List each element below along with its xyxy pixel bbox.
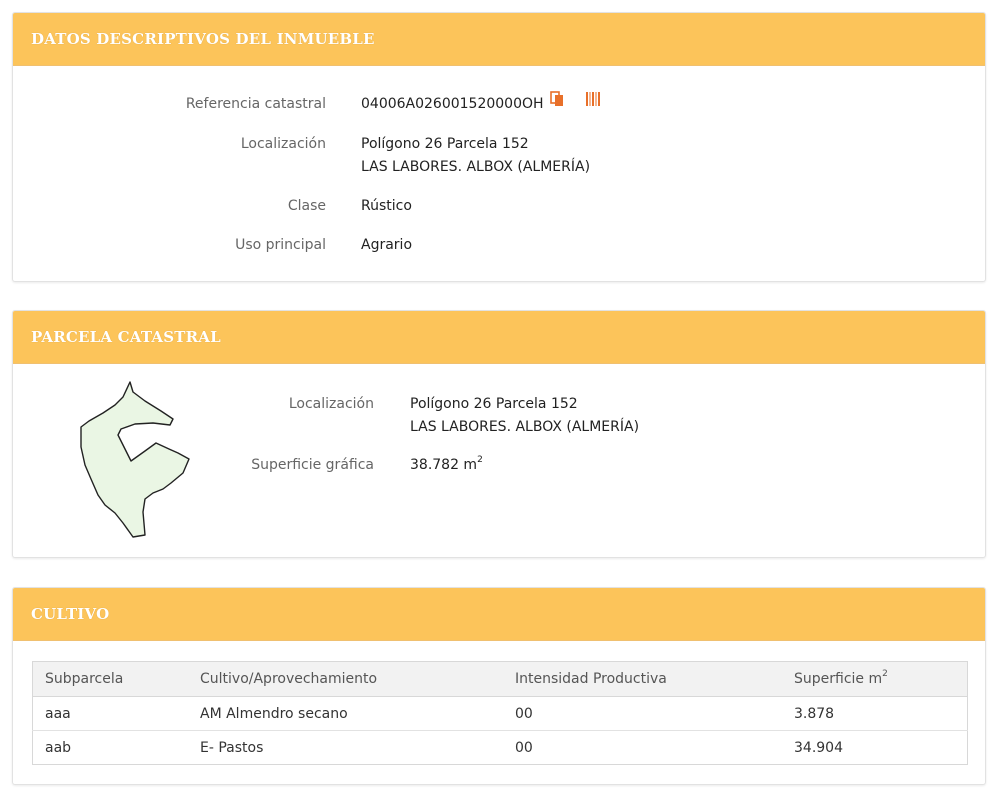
cultivo-table: Subparcela Cultivo/Aprovechamiento Inten…	[32, 661, 968, 765]
parcel-shape[interactable]	[73, 377, 203, 547]
superficie-value: 38.782 m	[410, 457, 478, 473]
superficie-exp: 2	[477, 455, 483, 466]
superficie-value-row: 38.782 m2	[410, 454, 483, 476]
col-superficie-exp: 2	[882, 669, 888, 680]
parcela-loc-line2: LAS LABORES. ALBOX (ALMERÍA)	[410, 419, 640, 435]
ref-value[interactable]: 04006A026001520000OH	[361, 96, 544, 112]
superficie-label: Superficie gráfica	[251, 457, 374, 473]
copy-icon[interactable]	[550, 91, 564, 114]
col-intensidad: Intensidad Productiva	[503, 661, 782, 697]
cell-superficie: 3.878	[782, 696, 968, 731]
cell-subparcela: aab	[45, 739, 72, 756]
table-header-row: Subparcela Cultivo/Aprovechamiento Inten…	[32, 661, 968, 697]
cell-cultivo: AM Almendro secano	[188, 696, 503, 731]
col-superficie-header: Superficie m2	[782, 661, 968, 697]
datos-card: DATOS DESCRIPTIVOS DEL INMUEBLE Referenc…	[12, 12, 986, 282]
loc-label: Localización	[240, 136, 326, 152]
loc-line2: LAS LABORES. ALBOX (ALMERÍA)	[361, 159, 591, 175]
datos-header: DATOS DESCRIPTIVOS DEL INMUEBLE	[13, 13, 985, 66]
col-cultivo: Cultivo/Aprovechamiento	[188, 661, 503, 697]
parcela-loc-line1: Polígono 26 Parcela 152	[410, 396, 578, 412]
cultivo-card: CULTIVO Subparcela Cultivo/Aprovechamien…	[12, 587, 986, 785]
barcode-icon[interactable]	[586, 91, 601, 114]
cell-superficie: 34.904	[794, 739, 843, 756]
col-superficie: Superficie m	[794, 671, 883, 687]
ref-value-row: 04006A026001520000OH	[361, 91, 601, 115]
cell-cultivo: E- Pastos	[200, 739, 264, 756]
uso-value: Agrario	[361, 237, 413, 253]
col-subparcela: Subparcela	[32, 661, 188, 697]
cell-intensidad: 00	[503, 696, 782, 731]
parcela-header: PARCELA CATASTRAL	[13, 311, 985, 364]
ref-label: Referencia catastral	[185, 96, 326, 112]
parcela-card: PARCELA CATASTRAL Localización Polígono …	[12, 310, 986, 558]
uso-label: Uso principal	[235, 237, 326, 253]
table-row: aab E- Pastos 00 34.904	[33, 731, 968, 765]
clase-label: Clase	[287, 198, 326, 214]
cell-subparcela: aaa	[32, 696, 188, 731]
cultivo-header: CULTIVO	[13, 588, 985, 641]
parcel-map-icon	[80, 381, 190, 538]
table-row: aaa AM Almendro secano 00 3.878	[32, 696, 968, 731]
cell-intensidad: 00	[515, 739, 533, 756]
clase-value: Rústico	[361, 198, 412, 214]
loc-line1: Polígono 26 Parcela 152	[361, 136, 529, 152]
parcela-loc-label: Localización	[288, 396, 374, 412]
